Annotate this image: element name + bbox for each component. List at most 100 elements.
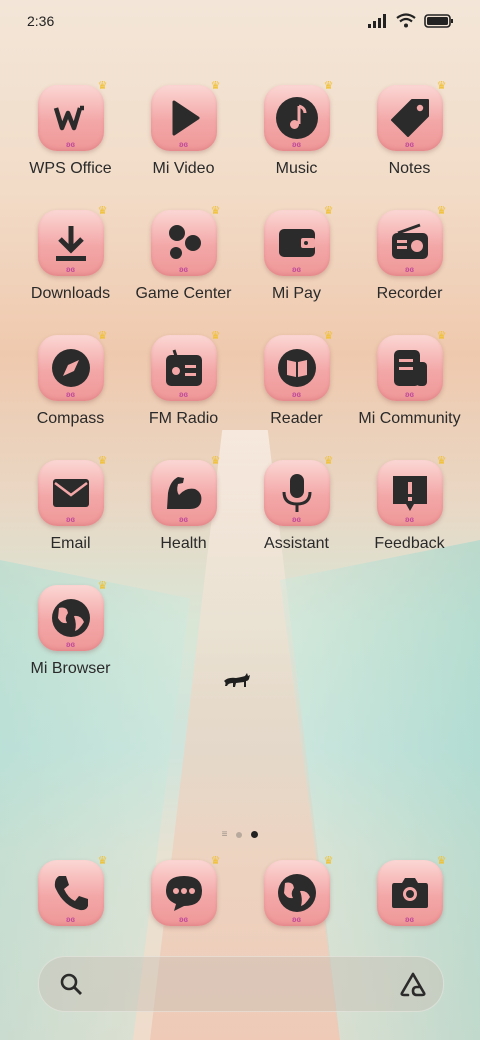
app-music[interactable]: ♛ ʚɞ Music [240,80,353,178]
app-icon-tile[interactable]: ♛ ʚɞ [150,80,221,151]
radio-recorder-icon [391,223,428,259]
search-icon[interactable] [59,972,83,996]
app-mi-pay[interactable]: ♛ ʚɞ Mi Pay [240,205,353,303]
game-dots-icon [168,225,201,259]
search-bar[interactable] [38,956,444,1012]
dock-messages[interactable]: ♛ ʚɞ [127,855,240,926]
app-compass[interactable]: ♛ ʚɞ Compass [14,330,127,428]
app-icon-tile[interactable]: ♛ ʚɞ [376,455,447,526]
app-game-center[interactable]: ♛ ʚɞ Game Center [127,205,240,303]
app-icon-tile[interactable]: ♛ ʚɞ [150,455,221,526]
app-icon-tile[interactable]: ♛ ʚɞ [37,205,108,276]
app-label: Downloads [30,285,111,302]
app-icon-tile[interactable]: ♛ ʚɞ [150,205,221,276]
app-mi-community[interactable]: ♛ ʚɞ Mi Community [353,330,466,428]
app-label: FM Radio [148,410,219,427]
app-label: Compass [36,410,105,427]
crown-icon: ♛ [210,330,221,342]
app-label: Assistant [264,535,329,552]
app-mi-browser[interactable]: ♛ ʚɞ Mi Browser [14,580,127,678]
crown-icon: ♛ [210,205,221,217]
app-feedback[interactable]: ♛ ʚɞ Feedback [353,455,466,553]
app-reader[interactable]: ♛ ʚɞ Reader [240,330,353,428]
app-icon-tile[interactable]: ♛ ʚɞ [263,455,334,526]
music-note-icon [275,97,318,139]
compass-icon [51,349,90,387]
page-dot-active[interactable] [251,831,259,838]
app-downloads[interactable]: ♛ ʚɞ Downloads [14,205,127,303]
bow-icon: ʚɞ [178,915,189,924]
page-indicator[interactable]: ≡ [0,829,480,840]
page-dot[interactable] [236,831,243,838]
chat-bubble-icon [165,876,202,911]
app-icon-tile[interactable]: ♛ ʚɞ [37,580,108,651]
app-icon-tile[interactable]: ♛ ʚɞ [37,330,108,401]
crown-icon: ♛ [436,455,447,467]
app-icon-tile[interactable]: ♛ ʚɞ [263,330,334,401]
bow-icon: ʚɞ [65,390,76,399]
crown-icon: ♛ [323,455,334,467]
dock-browser[interactable]: ♛ ʚɞ [240,855,353,926]
app-mi-video[interactable]: ♛ ʚɞ Mi Video [127,80,240,178]
play-icon [172,100,199,136]
crown-icon: ♛ [323,205,334,217]
app-icon-tile[interactable]: ♛ ʚɞ [376,80,447,151]
crown-icon: ♛ [97,205,108,217]
dock-camera[interactable]: ♛ ʚɞ [353,855,466,926]
dock-phone[interactable]: ♛ ʚɞ [14,855,127,926]
wallet-icon [278,229,315,257]
crown-icon: ♛ [323,330,334,342]
crown-icon: ♛ [436,855,447,867]
app-health[interactable]: ♛ ʚɞ Health [127,455,240,553]
app-label: Music [275,160,318,177]
status-time: 2:36 [27,13,55,29]
crown-icon: ♛ [97,580,108,592]
bow-icon: ʚɞ [291,390,302,399]
crown-icon: ♛ [210,455,221,467]
crown-icon: ♛ [436,330,447,342]
page-list-icon[interactable]: ≡ [222,829,228,840]
app-icon-tile[interactable]: ♛ ʚɞ [376,855,447,926]
app-icon-tile[interactable]: ♛ ʚɞ [263,205,334,276]
signal-icon [368,13,386,28]
battery-icon [424,13,453,28]
app-label: Email [50,535,91,552]
app-notes[interactable]: ♛ ʚɞ Notes [353,80,466,178]
app-assistant[interactable]: ♛ ʚɞ Assistant [240,455,353,553]
bow-icon: ʚɞ [291,515,302,524]
cat-silhouette-icon [224,673,250,687]
app-label: Feedback [374,535,445,552]
bow-icon: ʚɞ [65,265,76,274]
app-icon-tile[interactable]: ♛ ʚɞ [376,205,447,276]
muscle-arm-icon [166,477,201,509]
bow-icon: ʚɞ [291,140,302,149]
app-icon-tile[interactable]: ♛ ʚɞ [37,455,108,526]
fm-radio-icon [165,349,202,386]
crown-icon: ♛ [323,80,334,92]
app-recorder[interactable]: ♛ ʚɞ Recorder [353,205,466,303]
bow-icon: ʚɞ [404,265,415,274]
bow-icon: ʚɞ [178,515,189,524]
bow-icon: ʚɞ [404,915,415,924]
app-fm-radio[interactable]: ♛ ʚɞ FM Radio [127,330,240,428]
crown-icon: ♛ [323,855,334,867]
app-wps-office[interactable]: ♛ ʚɞ WPS Office [14,80,127,178]
app-icon-tile[interactable]: ♛ ʚɞ [150,330,221,401]
app-icon-tile[interactable]: ♛ ʚɞ [37,855,108,926]
app-label: Mi Video [152,160,215,177]
crown-icon: ♛ [97,855,108,867]
app-icon-tile[interactable]: ♛ ʚɞ [263,80,334,151]
app-icon-tile[interactable]: ♛ ʚɞ [37,80,108,151]
app-icon-tile[interactable]: ♛ ʚɞ [150,855,221,926]
app-label: Reader [270,410,323,427]
bow-icon: ʚɞ [291,265,302,274]
app-label: Recorder [376,285,443,302]
camera-icon [391,878,428,908]
bow-icon: ʚɞ [291,915,302,924]
app-icon-tile[interactable]: ♛ ʚɞ [376,330,447,401]
app-icon-tile[interactable]: ♛ ʚɞ [263,855,334,926]
assistant-logo-icon[interactable] [399,971,427,997]
app-email[interactable]: ♛ ʚɞ Email [14,455,127,553]
bow-icon: ʚɞ [404,390,415,399]
crown-icon: ♛ [436,80,447,92]
